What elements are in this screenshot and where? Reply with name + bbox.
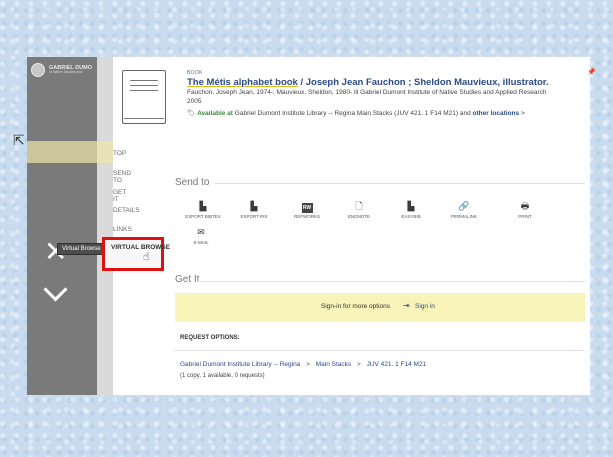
breadcrumb-separator-icon: > [306,361,310,368]
nav-item-details[interactable]: DETAILS [113,207,140,214]
availability-location: Gabriel Dumont Institute Library -- Regi… [234,110,459,117]
breadcrumb-separator-icon: > [356,361,361,368]
location-row[interactable]: Gabriel Dumont Institute Library -- Regi… [180,361,426,368]
easybib-label: EASYBIB [401,214,421,219]
permalink-icon: 🔗 [458,201,470,211]
hand-pointer-icon: ☝ [143,251,150,263]
record-title-highlight[interactable]: The Métis alphabet book [187,77,298,88]
availability-status: Available at [197,110,233,117]
brand: GABRIEL DUMO of Native Studies and [31,63,92,77]
endnote-icon: 🗋 [355,201,363,211]
record-details: BOOK The Métis alphabet book / Joseph Je… [187,70,567,117]
print-button[interactable]: 🖶 PRINT [505,200,545,219]
easybib-button[interactable]: ▙ EASYBIB [391,200,431,219]
export-ris-label: EXPORT RIS [240,214,268,219]
availability-and: and [459,110,471,117]
nav-item-top[interactable]: TOP [113,150,126,157]
get-it-heading: Get It [175,274,200,285]
export-ris-icon: ▙ [250,201,258,211]
permalink-label: PERMALINK [450,214,477,219]
email-label: E-MAIL [193,240,209,245]
virtual-browse-tooltip: Virtual Browse [57,243,106,255]
location-library[interactable]: Gabriel Dumont Institute Library -- Regi… [180,361,300,368]
location-call-number[interactable]: JUV 421. 1 F14 M21 [367,361,427,368]
highlight-band [27,141,113,163]
record-title[interactable]: The Métis alphabet book / Joseph Jean Fa… [187,77,567,88]
export-bibtex-button[interactable]: ▙ EXPORT BIBTEX [183,200,223,219]
print-label: PRINT [518,214,532,219]
endnote-button[interactable]: 🗋 ENDNOTE [339,200,379,219]
mouse-pointer-icon: ⇱ [13,133,25,149]
brand-subtitle: of Native Studies and [49,70,83,74]
location-collection[interactable]: Main Stacks [316,361,351,368]
print-icon: 🖶 [520,201,530,211]
record-year: 2005 [187,98,202,105]
book-cover-icon [120,70,168,124]
send-to-divider [215,183,585,184]
nav-item-virtual-browse[interactable]: VIRTUAL BROWSE [111,244,170,251]
other-locations-link[interactable]: other locations [473,110,520,117]
signin-prompt: Sign-in for more options [321,303,391,310]
nav-item-send-to[interactable]: SEND TO [113,170,131,184]
signin-banner: Sign-in for more options ⇥ Sign in [175,293,585,322]
institute-logo [31,63,45,77]
virtual-browse-highlight [102,237,164,271]
refworks-label: REFWORKS [293,214,320,219]
easybib-icon: ▙ [407,201,415,211]
export-bibtex-icon: ▙ [199,201,207,211]
email-button[interactable]: ✉ E-MAIL [181,226,221,245]
signin-icon[interactable]: ⇥ [403,301,410,310]
get-it-divider [197,281,585,282]
availability-line: 🏷 Available at Gabriel Dumont Institute … [187,109,567,117]
nav-item-links[interactable]: LINKS [113,226,132,233]
left-divider-pane [97,57,113,395]
signin-link[interactable]: Sign in [415,303,435,310]
pin-icon[interactable]: 📌 [587,68,596,76]
chevron-right-icon[interactable]: > [521,110,525,117]
copies-summary: (1 copy, 1 available, 0 requests) [180,373,265,379]
email-icon: ✉ [197,227,205,237]
record-type: BOOK [187,70,203,76]
request-options-label: REQUEST OPTIONS: [180,335,240,341]
refworks-button[interactable]: RW REFWORKS [287,200,327,219]
refworks-icon: RW [301,203,313,213]
permalink-button[interactable]: 🔗 PERMALINK [444,200,484,219]
request-options-divider [175,350,585,351]
left-dark-pane: GABRIEL DUMO of Native Studies and [27,57,97,395]
endnote-label: ENDNOTE [347,214,370,219]
export-bibtex-label: EXPORT BIBTEX [185,214,221,219]
record-authors: Fauchon, Joseph Jean, 1974-; Mauvieux, S… [187,89,547,96]
availability-icon: 🏷 [187,110,196,117]
record-title-rest[interactable]: / Joseph Jean Fauchon ; Sheldon Mauvieux… [298,77,548,88]
nav-item-get-it[interactable]: GET IT [113,189,126,203]
send-to-heading: Send to [175,177,210,188]
export-ris-button[interactable]: ▙ EXPORT RIS [234,200,274,219]
